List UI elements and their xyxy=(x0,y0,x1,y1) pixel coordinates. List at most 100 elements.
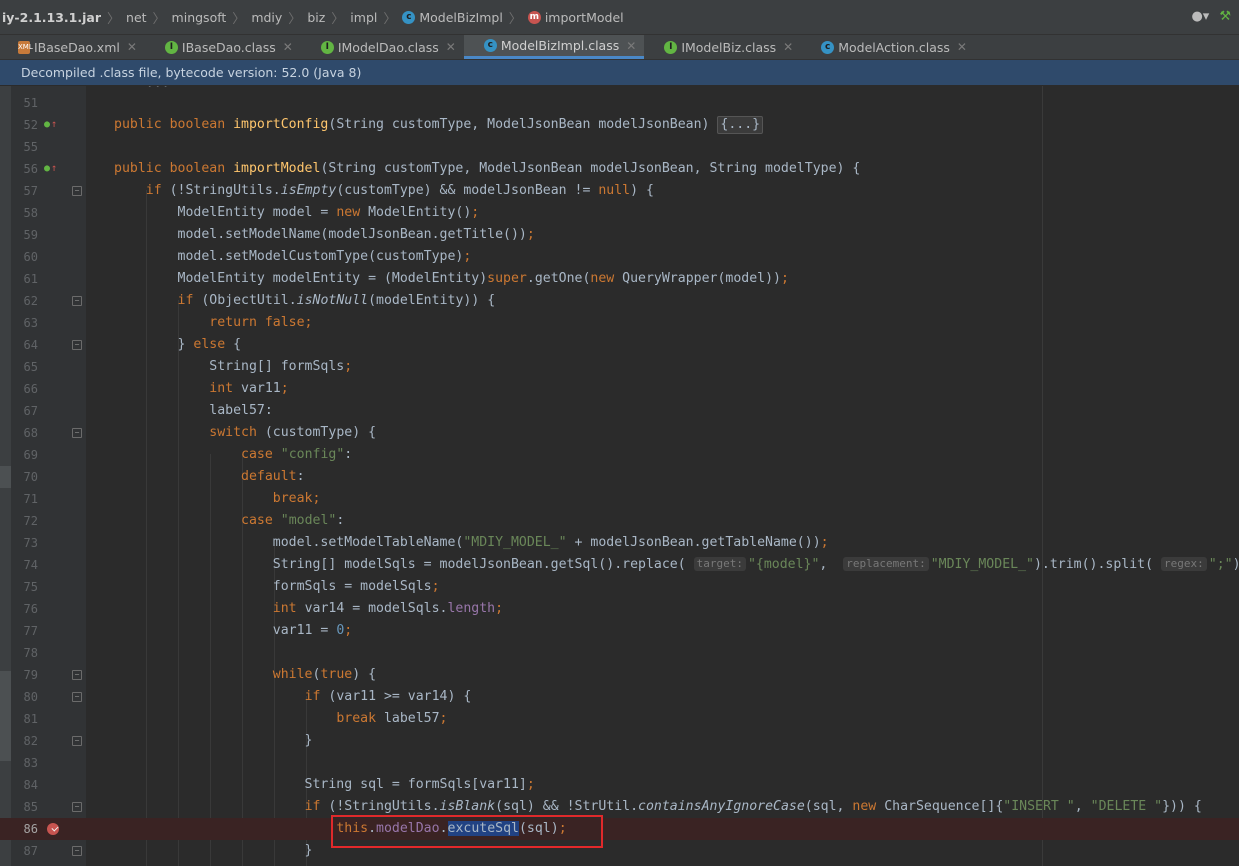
fold-toggle-icon[interactable]: − xyxy=(72,296,82,306)
close-icon[interactable]: ✕ xyxy=(446,40,456,54)
line-number: 66 xyxy=(23,382,38,396)
param-hint-target: target: xyxy=(693,557,746,571)
editor-tabs: XML IBaseDao.xml ✕ I IBaseDao.class ✕ I … xyxy=(0,35,1239,60)
code-line: 63 return false; xyxy=(0,312,1239,334)
string-literal: "MDIY_MODEL_" xyxy=(463,535,567,550)
code-line: 64 − } else { xyxy=(0,334,1239,356)
line-number: 63 xyxy=(23,316,38,330)
code-line: 65 String[] formSqls; xyxy=(0,356,1239,378)
line-number: 75 xyxy=(23,580,38,594)
line-number: 55 xyxy=(23,140,38,154)
code-line: 73 model.setModelTableName("MDIY_MODEL_"… xyxy=(0,532,1239,554)
breadcrumb-package-mdiy[interactable]: mdiy xyxy=(251,10,282,25)
line-number: 83 xyxy=(23,756,38,770)
code-line: 79 − while(true) { xyxy=(0,664,1239,686)
fold-toggle-icon[interactable]: − xyxy=(72,802,82,812)
line-number: 51 xyxy=(23,96,38,110)
implements-marker-icon[interactable]: ●↑ xyxy=(44,119,57,131)
fold-toggle-icon[interactable]: − xyxy=(72,340,82,350)
user-account-icon[interactable]: ●▾ xyxy=(1191,9,1209,24)
line-number: 57 xyxy=(23,184,38,198)
line-number: 58 xyxy=(23,206,38,220)
close-icon[interactable]: ✕ xyxy=(957,40,967,54)
code-line: 62 − if (ObjectUtil.isNotNull(modelEntit… xyxy=(0,290,1239,312)
code-line: 51 xyxy=(0,92,1239,114)
close-icon[interactable]: ✕ xyxy=(626,39,636,53)
code-line: 85 − if (!StringUtils.isBlank(sql) && !S… xyxy=(0,796,1239,818)
code-line: 68 − switch (customType) { xyxy=(0,422,1239,444)
breadcrumb-package-impl[interactable]: impl xyxy=(350,10,377,25)
tab-modelbizimpl-class[interactable]: c ModelBizImpl.class ✕ xyxy=(463,35,645,59)
breakpoint-icon[interactable] xyxy=(47,823,59,835)
tab-label: ModelAction.class xyxy=(838,39,950,55)
code-line: 83 xyxy=(0,752,1239,774)
close-icon[interactable]: ✕ xyxy=(283,40,293,54)
line-number: 56 xyxy=(23,162,38,176)
code-line: 52 ●↑ public boolean importConfig(String… xyxy=(0,114,1239,136)
line-number: 77 xyxy=(23,624,38,638)
code-line: 87 − } xyxy=(0,840,1239,862)
tab-modelaction-class[interactable]: c ModelAction.class ✕ xyxy=(801,35,975,59)
xml-file-icon: XML xyxy=(18,40,33,54)
line-number: 61 xyxy=(23,272,38,286)
line-number: 76 xyxy=(23,602,38,616)
line-number: 69 xyxy=(23,448,38,462)
code-line: 76 int var14 = modelSqls.length; xyxy=(0,598,1239,620)
tab-label: IModelDao.class xyxy=(337,39,439,55)
class-icon: c xyxy=(483,39,497,52)
breadcrumb-package-net[interactable]: net xyxy=(126,10,147,25)
string-literal: "INSERT " xyxy=(1003,799,1075,814)
implements-marker-icon[interactable]: ●↑ xyxy=(44,163,57,175)
line-number: 68 xyxy=(23,426,38,440)
close-icon[interactable]: ✕ xyxy=(127,40,137,54)
line-number: 59 xyxy=(23,228,38,242)
fold-toggle-icon[interactable]: − xyxy=(72,670,82,680)
close-icon[interactable]: ✕ xyxy=(783,40,793,54)
breadcrumb-class-label: ModelBizImpl xyxy=(419,9,503,25)
class-icon: c xyxy=(821,40,835,54)
code-line: 75 formSqls = modelSqls; xyxy=(0,576,1239,598)
fold-toggle-icon[interactable]: − xyxy=(72,736,82,746)
tab-imodelbiz-class[interactable]: I IModelBiz.class ✕ xyxy=(644,35,801,59)
breadcrumb: iy-2.1.13.1.jar 〉 net 〉 mingsoft 〉 mdiy … xyxy=(0,0,1239,35)
string-literal: ";" xyxy=(1208,557,1233,572)
code-line: 59 model.setModelName(modelJsonBean.getT… xyxy=(0,224,1239,246)
code-line: 71 break; xyxy=(0,488,1239,510)
build-hammer-icon[interactable]: ⚒ xyxy=(1219,9,1231,24)
fold-toggle-icon[interactable]: − xyxy=(72,428,82,438)
tab-imodeldao-class[interactable]: I IModelDao.class ✕ xyxy=(301,35,464,59)
code-line: 70 default: xyxy=(0,466,1239,488)
fold-toggle-icon[interactable]: − xyxy=(72,846,82,856)
method-icon: m xyxy=(527,10,541,24)
code-editor[interactable]: ... 51 52 ●↑ public boolean importConfig… xyxy=(0,86,1239,866)
line-number: 84 xyxy=(23,778,38,792)
string-literal: "{model}" xyxy=(747,557,820,572)
decompiled-notice-banner: Decompiled .class file, bytecode version… xyxy=(0,60,1239,85)
code-line: 81 break label57; xyxy=(0,708,1239,730)
line-number: 72 xyxy=(23,514,38,528)
code-line: 58 ModelEntity model = new ModelEntity()… xyxy=(0,202,1239,224)
tab-ibasedao-xml[interactable]: XML IBaseDao.xml ✕ xyxy=(0,35,145,59)
interface-icon: I xyxy=(664,40,678,54)
code-line: 66 int var11; xyxy=(0,378,1239,400)
code-line: 60 model.setModelCustomType(customType); xyxy=(0,246,1239,268)
line-number: 73 xyxy=(23,536,38,550)
tab-ibasedao-class[interactable]: I IBaseDao.class ✕ xyxy=(145,35,301,59)
line-number: 52 xyxy=(23,118,38,132)
tab-label: IBaseDao.class xyxy=(181,39,276,55)
line-number: 86 xyxy=(23,822,38,836)
breadcrumb-class[interactable]: c ModelBizImpl xyxy=(402,9,503,25)
breadcrumb-package-biz[interactable]: biz xyxy=(307,10,325,25)
code-line: 72 case "model": xyxy=(0,510,1239,532)
code-line: 56 ●↑ public boolean importModel(String … xyxy=(0,158,1239,180)
breadcrumb-package-mingsoft[interactable]: mingsoft xyxy=(172,10,227,25)
folded-code-placeholder[interactable]: {...} xyxy=(717,116,764,134)
line-number: 64 xyxy=(23,338,38,352)
class-icon: c xyxy=(402,10,416,24)
line-number: 80 xyxy=(23,690,38,704)
line-number: 82 xyxy=(23,734,38,748)
breadcrumb-jar[interactable]: iy-2.1.13.1.jar xyxy=(2,10,101,25)
breadcrumb-method[interactable]: m importModel xyxy=(527,10,624,25)
fold-toggle-icon[interactable]: − xyxy=(72,186,82,196)
fold-toggle-icon[interactable]: − xyxy=(72,692,82,702)
